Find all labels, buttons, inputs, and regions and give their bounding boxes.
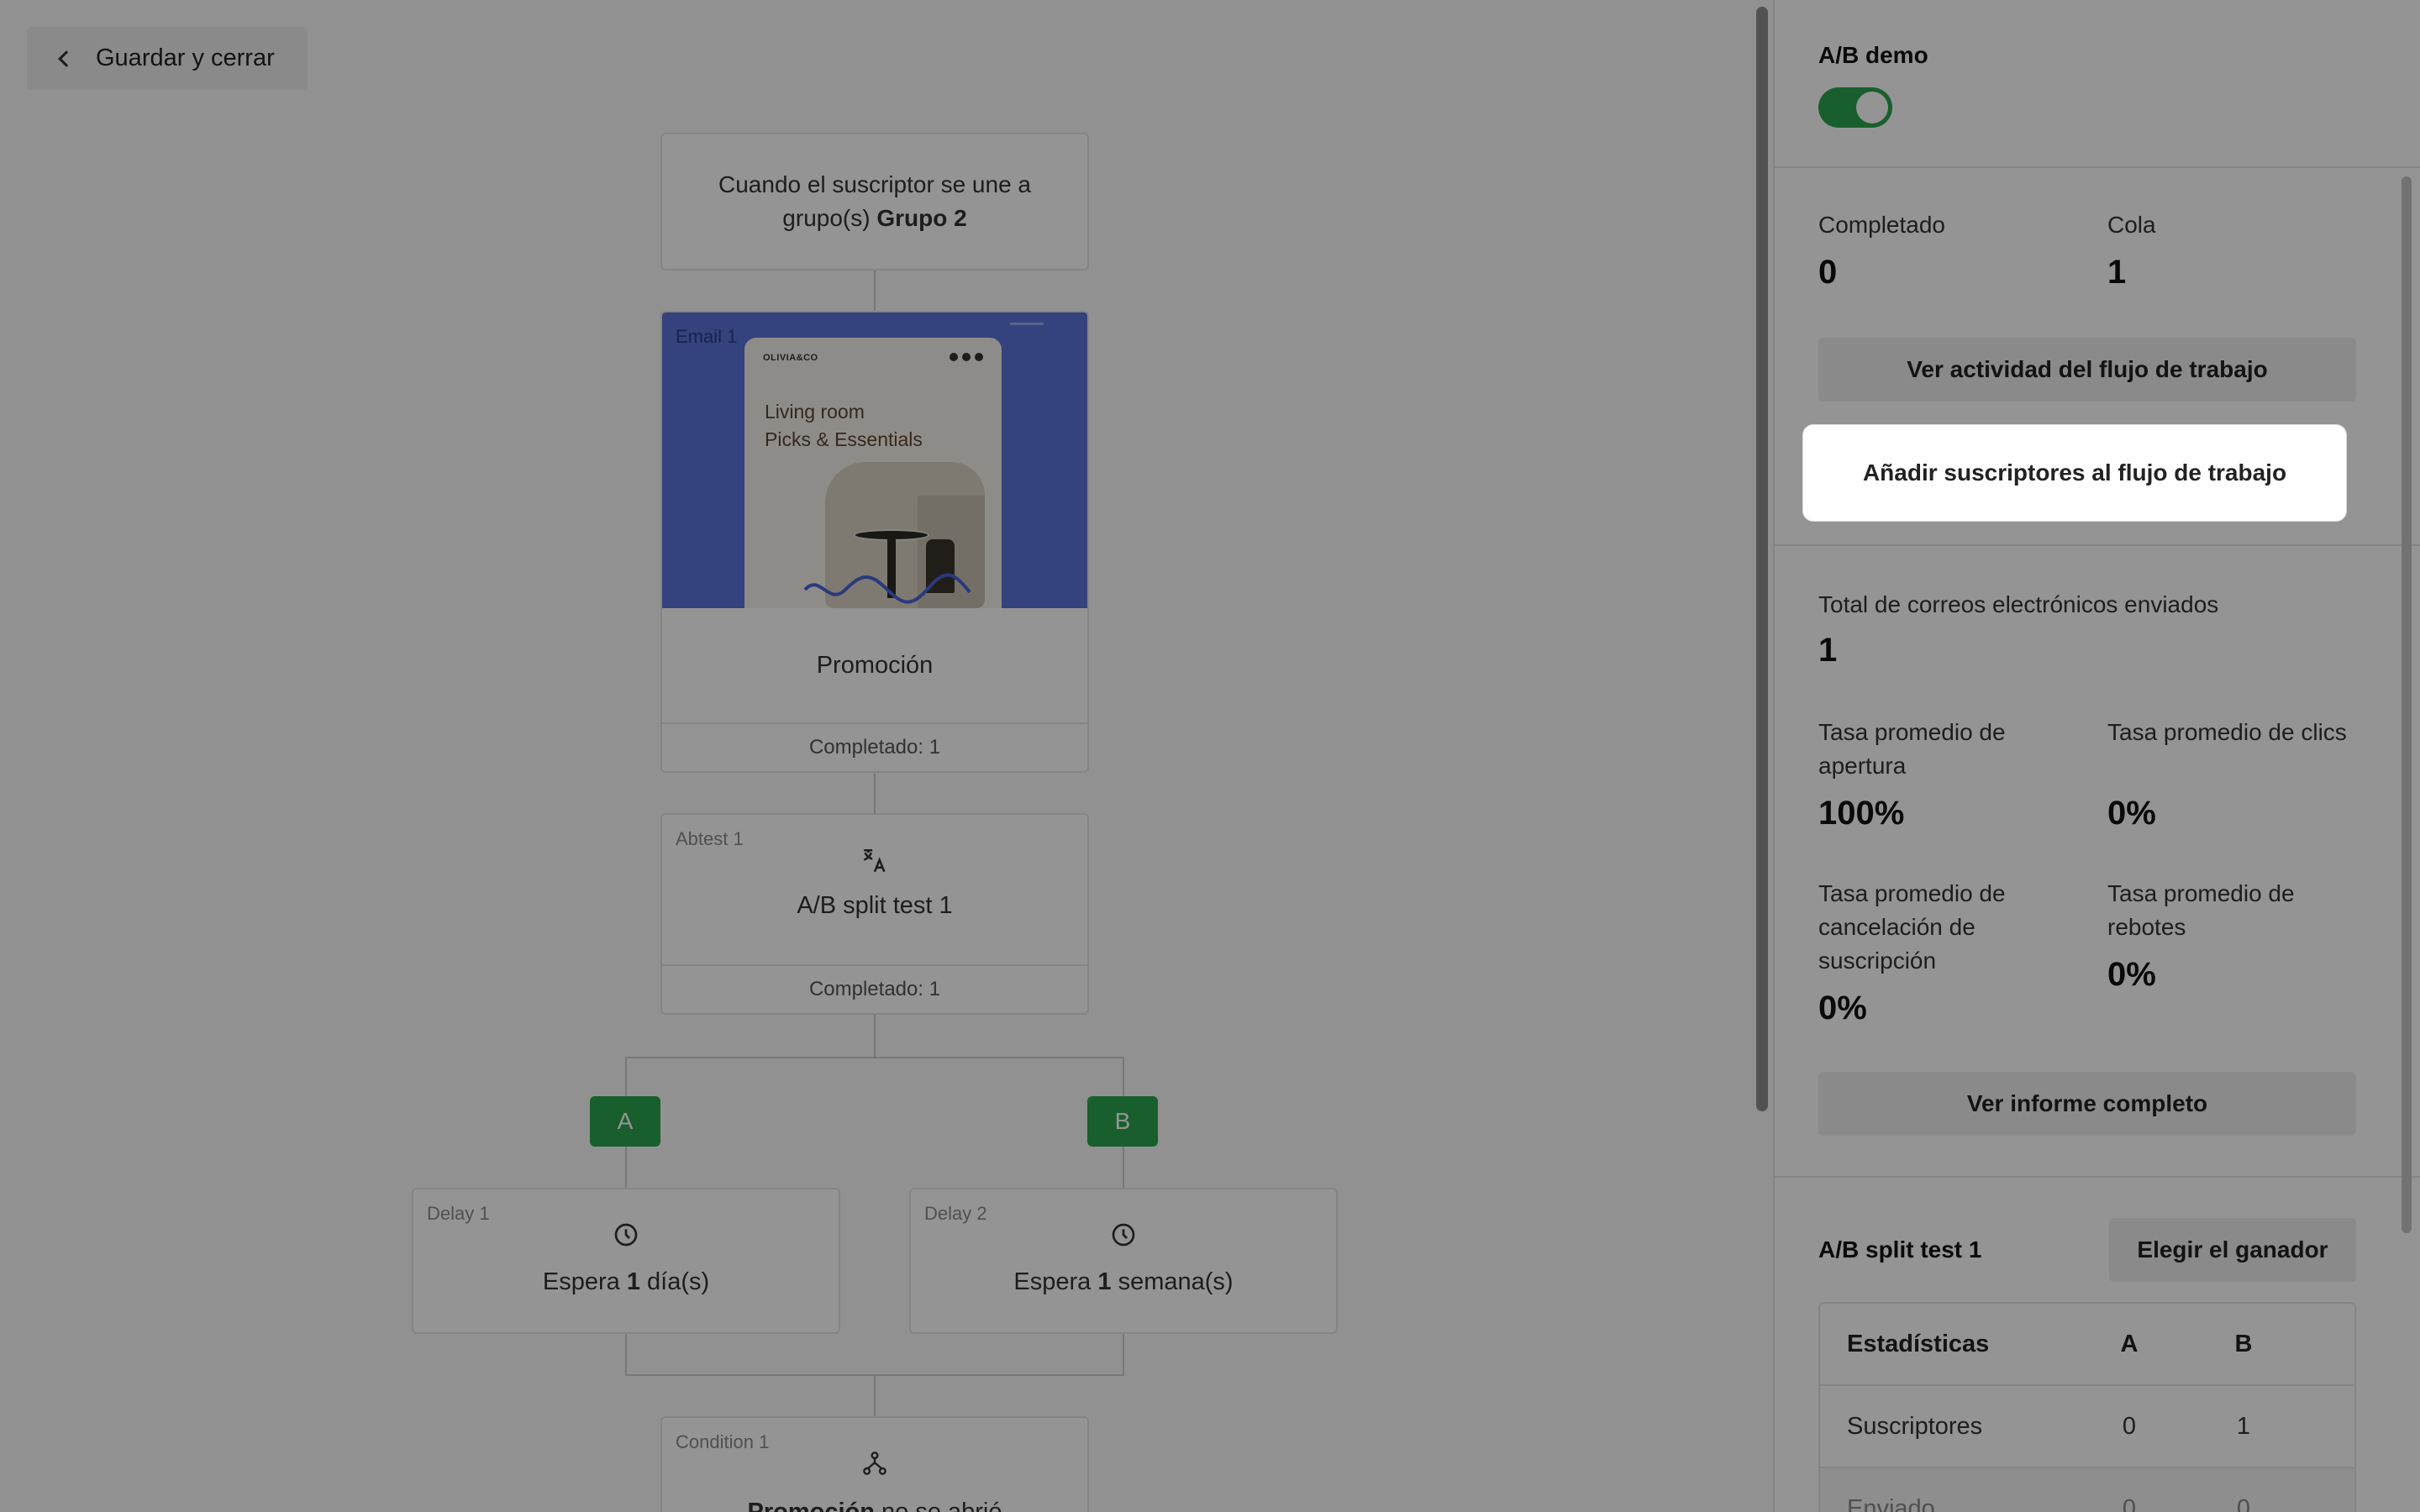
email-mockup: OLIVIA&CO Living room Picks & Essentials: [744, 338, 1002, 608]
unsubscribe-rate-value: 0%: [1818, 990, 1867, 1026]
table-row: Enviado 0 0: [1820, 1468, 2354, 1512]
connector-line: [625, 1334, 627, 1374]
chevron-left-icon: [58, 50, 75, 67]
connector-line: [874, 773, 876, 813]
open-rate-value: 100%: [1818, 795, 1905, 832]
preview-decoration: [1010, 323, 1044, 325]
open-rate-label: Tasa promedio de apertura: [1818, 719, 2006, 779]
translate-icon: [863, 848, 886, 873]
table-cell: Enviado: [1847, 1494, 1935, 1512]
connector-line: [1123, 1334, 1124, 1374]
table-header-cell: Estadísticas: [1847, 1330, 1990, 1357]
panel-scrollbar[interactable]: [2402, 176, 2412, 1233]
save-and-close-button[interactable]: Guardar y cerrar: [27, 27, 308, 90]
abtest-title: A/B split test 1: [797, 892, 953, 919]
panel-header: A/B demo: [1775, 0, 2420, 168]
clock-icon: [614, 1223, 638, 1247]
table-row: Suscriptores 0 1: [1820, 1386, 2354, 1468]
abtest-stats-table: Estadísticas A B Suscriptores 0 1 Enviad…: [1818, 1302, 2356, 1512]
table-cell: 0: [2122, 1494, 2137, 1512]
queue-value: 1: [2107, 254, 2127, 291]
abtest-node[interactable]: Abtest 1 A/B split test 1 Completado: 1: [660, 813, 1089, 1015]
trigger-node[interactable]: Cuando el suscriptor se une a grupo(s) G…: [660, 133, 1089, 270]
condition-text: Promoción no se abrió: [662, 1499, 1087, 1512]
canvas-scrollbar[interactable]: [1756, 7, 1768, 1111]
add-subscribers-button[interactable]: Añadir suscriptores al flujo de trabajo: [1803, 425, 2346, 521]
branch-b-badge[interactable]: B: [1087, 1096, 1158, 1147]
email-footer: Completado: 1: [662, 722, 1087, 771]
delay-2-node[interactable]: Delay 2 Espera 1 semana(s): [909, 1188, 1338, 1334]
delay-1-prefix: Espera: [542, 1268, 627, 1295]
abtest-tag: Abtest 1: [676, 828, 744, 849]
connector-line: [874, 1374, 876, 1416]
clock-icon: [1112, 1223, 1135, 1247]
delay-2-tag: Delay 2: [924, 1203, 987, 1224]
delay-2-suffix: semana(s): [1111, 1268, 1234, 1295]
sent-label: Total de correos electrónicos enviados: [1818, 591, 2219, 617]
completed-label: Completado: [1818, 212, 1945, 238]
connector-line: [874, 270, 876, 311]
completed-value: 0: [1818, 254, 1838, 291]
delay-2-num: 1: [1097, 1268, 1112, 1295]
condition-bold: Promoción: [747, 1499, 875, 1512]
preview-squiggle: [803, 573, 971, 604]
table-header-cell: A: [2120, 1330, 2139, 1357]
preview-line-2: Picks & Essentials: [765, 428, 923, 450]
email-preview: Email 1 OLIVIA&CO Living room Picks & Es…: [662, 312, 1087, 608]
condition-rest: no se abrió: [874, 1499, 1002, 1512]
delay-2-text: Espera 1 semana(s): [911, 1268, 1336, 1296]
queue-label: Cola: [2107, 212, 2156, 238]
trigger-prefix: Cuando el suscriptor se une a grupo(s): [718, 171, 1031, 231]
delay-1-num: 1: [626, 1268, 640, 1295]
table-cell: 1: [2236, 1412, 2251, 1440]
email-title: Promoción: [816, 652, 934, 679]
click-rate-label: Tasa promedio de clics: [2107, 719, 2347, 745]
delay-1-tag: Delay 1: [427, 1203, 490, 1224]
table-cell: 0: [2122, 1412, 2137, 1440]
branch-a-badge[interactable]: A: [590, 1096, 660, 1147]
unsubscribe-rate-label: Tasa promedio de cancelación de suscripc…: [1818, 880, 2006, 974]
table-header: Estadísticas A B: [1820, 1304, 2354, 1386]
workflow-name: A/B demo: [1818, 42, 1928, 68]
branch-icon: [863, 1452, 886, 1475]
email-node[interactable]: Email 1 OLIVIA&CO Living room Picks & Es…: [660, 311, 1089, 773]
section-divider: [1775, 1176, 2420, 1178]
abtest-section-title: A/B split test 1: [1818, 1236, 1982, 1263]
view-full-report-button[interactable]: Ver informe completo: [1818, 1072, 2356, 1136]
choose-winner-button[interactable]: Elegir el ganador: [2109, 1218, 2356, 1282]
workflow-side-panel: A/B demo Completado 0 Cola 1 Ver activid…: [1773, 0, 2420, 1512]
workflow-active-toggle[interactable]: [1818, 87, 1892, 128]
preview-headline: Living room Picks & Essentials: [765, 398, 923, 454]
sent-value: 1: [1818, 632, 1838, 669]
table-cell: 0: [2236, 1494, 2251, 1512]
view-activity-button[interactable]: Ver actividad del flujo de trabajo: [1818, 338, 2356, 402]
save-and-close-label: Guardar y cerrar: [96, 45, 275, 71]
preview-line-1: Living room: [765, 401, 865, 423]
abtest-footer: Completado: 1: [662, 964, 1087, 1013]
delay-1-text: Espera 1 día(s): [413, 1268, 839, 1296]
delay-2-prefix: Espera: [1013, 1268, 1098, 1295]
trigger-text: Cuando el suscriptor se une a grupo(s) G…: [696, 168, 1054, 235]
preview-logo: OLIVIA&CO: [763, 353, 818, 363]
condition-tag: Condition 1: [676, 1431, 770, 1452]
table-cell: Suscriptores: [1847, 1412, 1983, 1440]
preview-menu-icon: [950, 353, 983, 361]
condition-node[interactable]: Condition 1 Promoción no se abrió: [660, 1416, 1089, 1512]
section-divider: [1775, 544, 2420, 546]
connector-line: [625, 1057, 1124, 1058]
bounce-rate-label: Tasa promedio de rebotes: [2107, 880, 2295, 940]
table-header-cell: B: [2234, 1330, 2253, 1357]
delay-1-node[interactable]: Delay 1 Espera 1 día(s): [412, 1188, 840, 1334]
click-rate-value: 0%: [2107, 795, 2156, 832]
connector-line: [874, 1015, 876, 1057]
workflow-canvas[interactable]: Guardar y cerrar Cuando el suscriptor se…: [0, 0, 1773, 1512]
trigger-group: Grupo 2: [876, 205, 967, 231]
email-tag: Email 1: [676, 326, 738, 347]
bounce-rate-value: 0%: [2107, 956, 2156, 993]
delay-1-suffix: día(s): [639, 1268, 710, 1295]
